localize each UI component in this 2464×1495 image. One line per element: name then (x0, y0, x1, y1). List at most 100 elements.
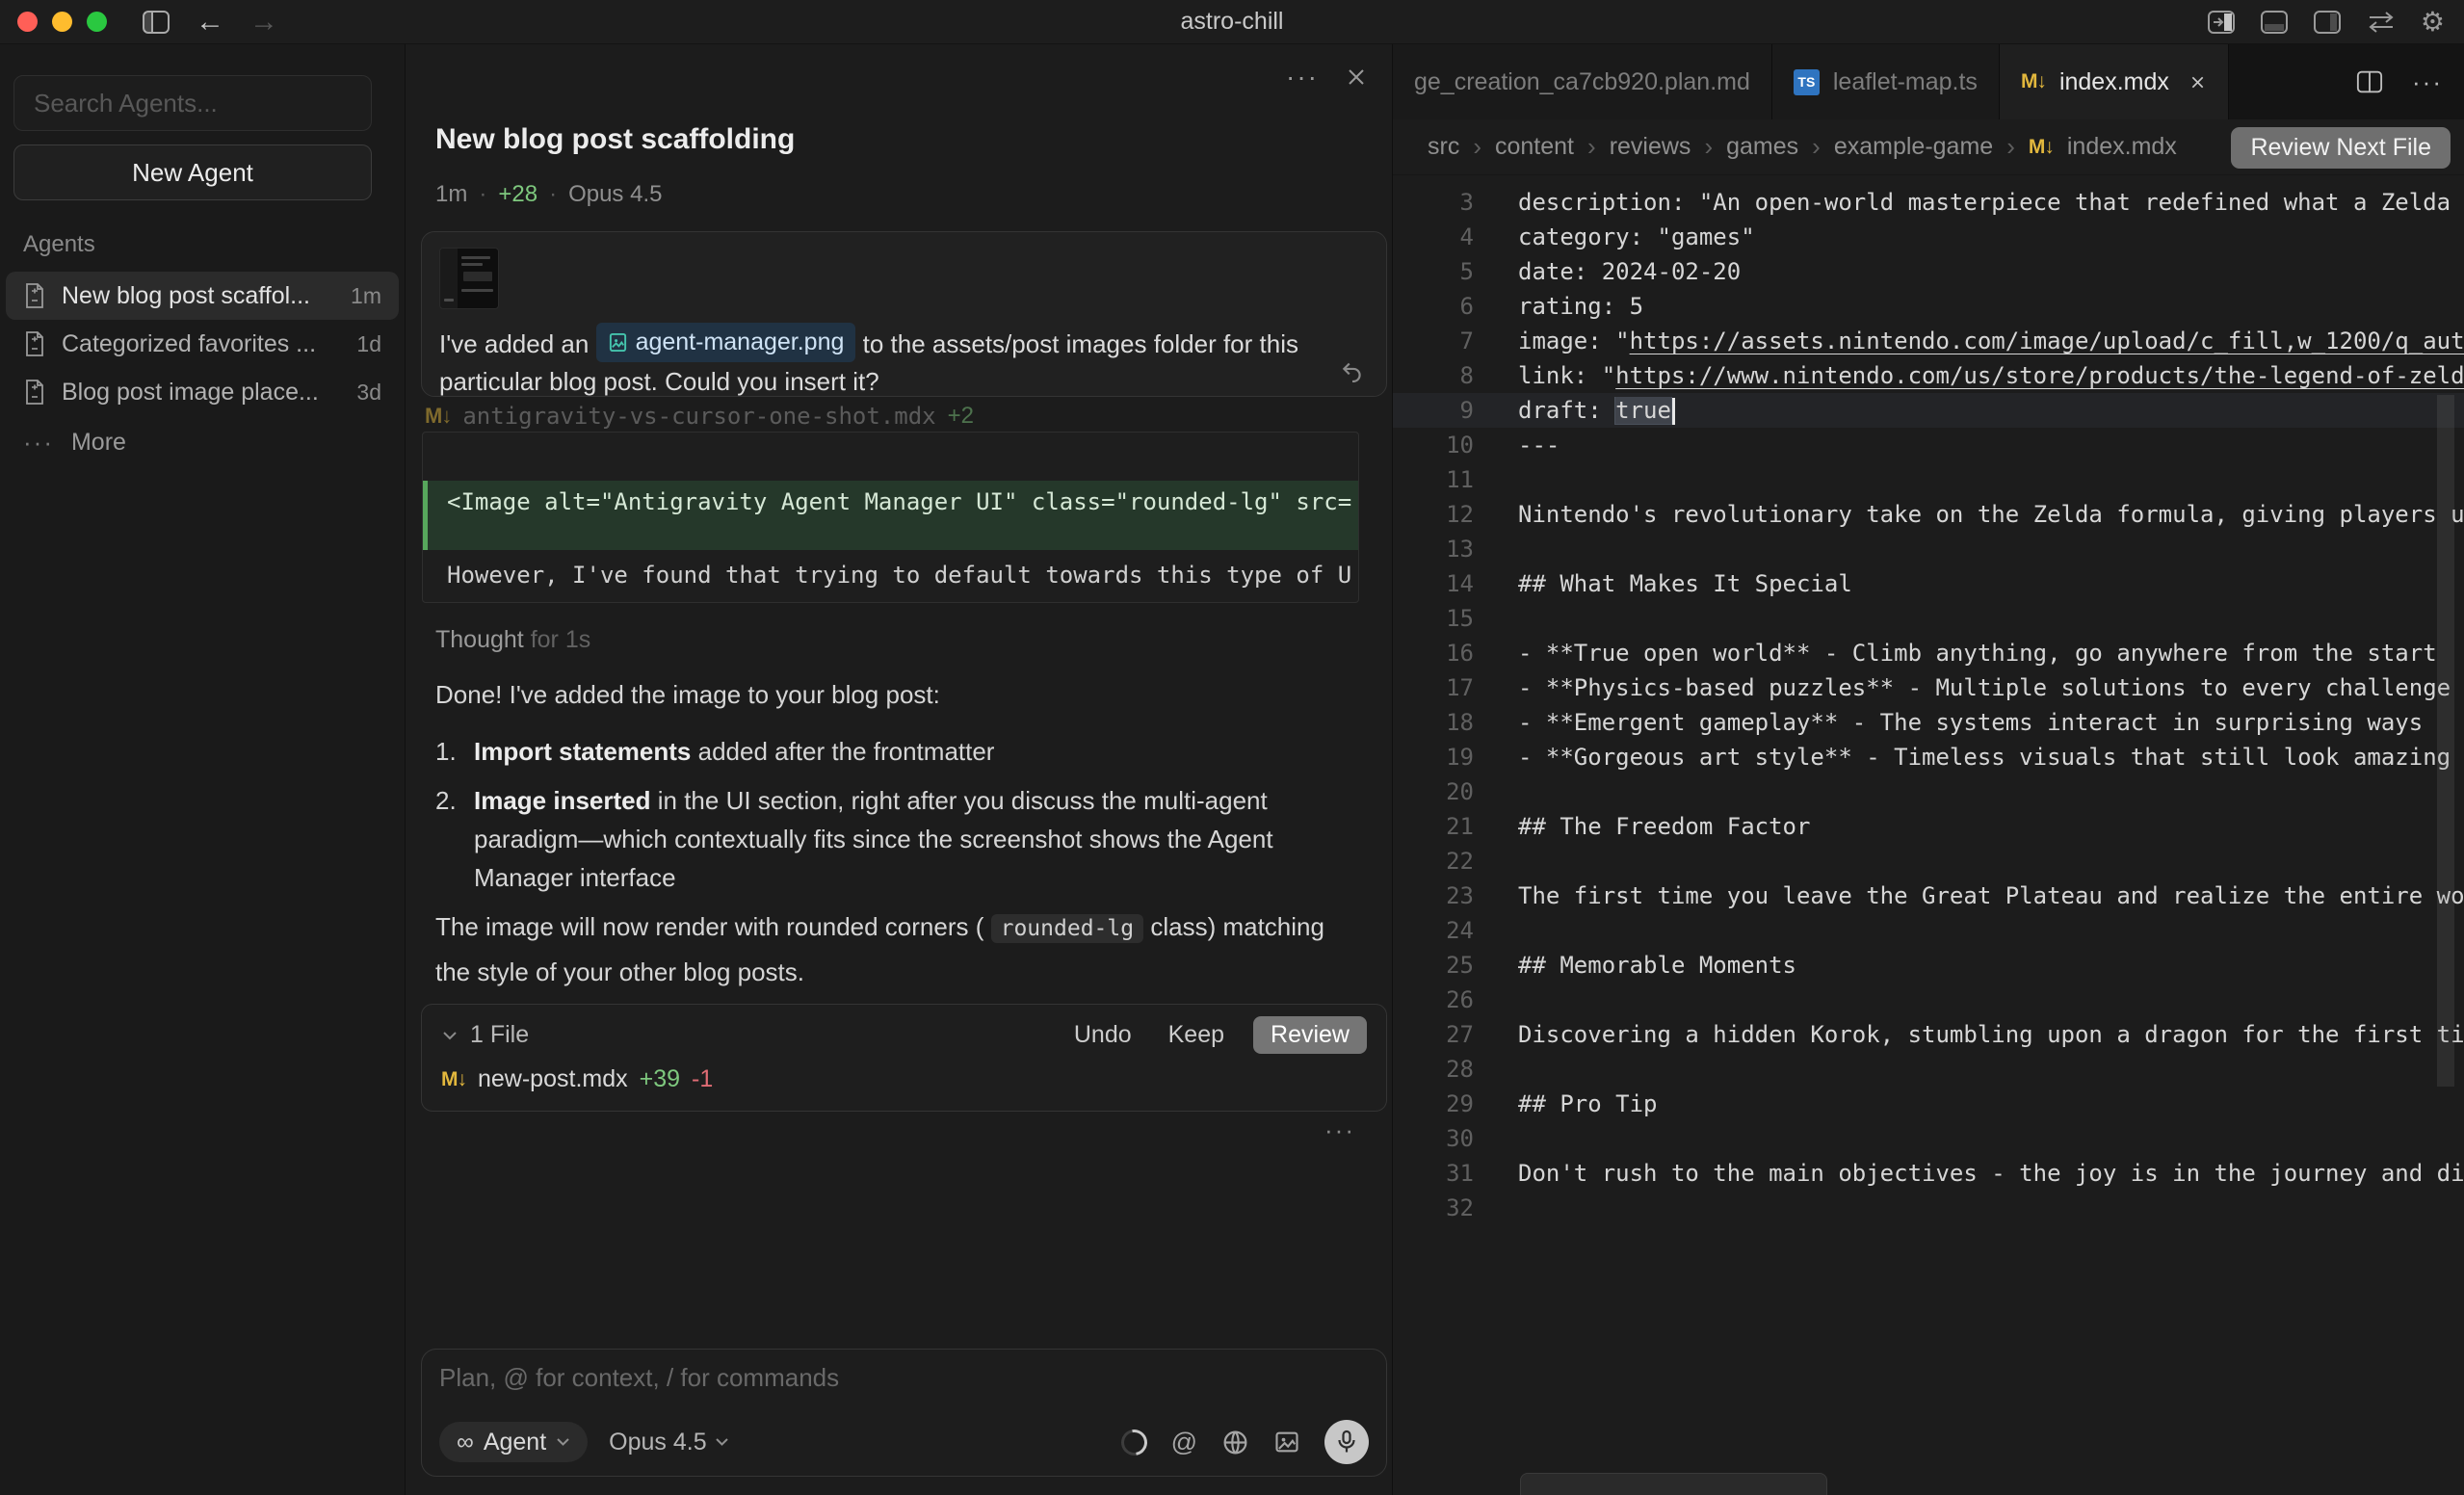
breadcrumb-item[interactable]: content (1495, 133, 1574, 161)
editor-panel: ge_creation_ca7cb920.plan.mdTSleaflet-ma… (1393, 44, 2464, 1495)
editor-tab[interactable]: TSleaflet-map.ts (1772, 44, 2000, 119)
changed-file-row[interactable]: M↓ new-post.mdx +39 -1 (441, 1065, 1367, 1093)
breadcrumb-item[interactable]: src (1428, 133, 1459, 161)
new-agent-button[interactable]: New Agent (13, 144, 372, 200)
editor-tab[interactable]: ge_creation_ca7cb920.plan.md (1393, 44, 1772, 119)
file-additions: +39 (640, 1065, 680, 1093)
message-more-icon[interactable]: ··· (1324, 1115, 1355, 1145)
mention-icon[interactable]: @ (1171, 1428, 1197, 1457)
image-file-chip[interactable]: agent-manager.png (596, 323, 856, 362)
breadcrumb-item[interactable]: reviews (1610, 133, 1691, 161)
breadcrumb-item[interactable]: example-game (1834, 133, 1993, 161)
diff-file-header[interactable]: M↓ antigravity-vs-cursor-one-shot.mdx +2 (425, 403, 974, 430)
code-text: link: "https://www.nintendo.com/us/store… (1503, 362, 2464, 389)
undo-button[interactable]: Undo (1074, 1021, 1132, 1049)
microphone-button[interactable] (1324, 1420, 1369, 1464)
diff-preview-block[interactable]: <Image alt="Antigravity Agent Manager UI… (422, 432, 1359, 603)
reply-icon[interactable] (1340, 357, 1365, 382)
code-link[interactable]: https://assets.nintendo.com/image/upload… (1630, 328, 2464, 354)
code-line[interactable]: 22 (1393, 844, 2464, 879)
code-line[interactable]: 7image: "https://assets.nintendo.com/ima… (1393, 324, 2464, 358)
chat-close-icon[interactable] (1346, 66, 1367, 88)
agent-item-label: New blog post scaffol... (62, 282, 339, 310)
code-line[interactable]: 12Nintendo's revolutionary take on the Z… (1393, 497, 2464, 532)
chevron-down-icon[interactable] (441, 1030, 459, 1041)
bottom-panel-icon[interactable] (2260, 10, 2289, 35)
code-line[interactable]: 29## Pro Tip (1393, 1087, 2464, 1121)
right-panel-icon[interactable] (2313, 10, 2342, 35)
close-window-button[interactable] (17, 12, 38, 32)
code-line[interactable]: 25## Memorable Moments (1393, 948, 2464, 983)
line-number: 27 (1393, 1021, 1503, 1048)
line-number: 11 (1393, 466, 1503, 493)
tab-close-icon[interactable] (2189, 73, 2207, 92)
search-agents-input[interactable] (13, 75, 372, 131)
code-editor[interactable]: 3description: "An open-world masterpiece… (1393, 175, 2464, 1495)
open-right-panel-icon[interactable] (2207, 10, 2236, 35)
mdx-file-icon: M↓ (441, 1068, 466, 1091)
split-editor-icon[interactable] (2356, 69, 2383, 94)
line-number: 22 (1393, 848, 1503, 875)
globe-icon[interactable] (1221, 1429, 1249, 1456)
zoom-window-button[interactable] (87, 12, 107, 32)
code-line[interactable]: 8link: "https://www.nintendo.com/us/stor… (1393, 358, 2464, 393)
code-line[interactable]: 10--- (1393, 428, 2464, 462)
breadcrumb-item[interactable]: games (1726, 133, 1798, 161)
code-line[interactable]: 19- **Gorgeous art style** - Timeless vi… (1393, 740, 2464, 774)
keep-button[interactable]: Keep (1168, 1021, 1224, 1049)
editor-more-icon[interactable]: ··· (2412, 67, 2443, 97)
code-line[interactable]: 32 (1393, 1191, 2464, 1225)
mdx-file-icon: M↓ (2021, 70, 2046, 93)
editor-tab[interactable]: M↓index.mdx (2000, 44, 2229, 119)
code-line[interactable]: 9draft: true (1393, 393, 2464, 428)
code-line[interactable]: 16- **True open world** - Climb anything… (1393, 636, 2464, 670)
code-line[interactable]: 21## The Freedom Factor (1393, 809, 2464, 844)
code-line[interactable]: 27Discovering a hidden Korok, stumbling … (1393, 1017, 2464, 1052)
code-line[interactable]: 24 (1393, 913, 2464, 948)
image-attach-icon[interactable] (1273, 1429, 1300, 1456)
attached-image-thumbnail[interactable] (439, 248, 499, 309)
editor-scrollbar[interactable] (2437, 395, 2454, 1087)
code-line[interactable]: 20 (1393, 774, 2464, 809)
code-line[interactable]: 30 (1393, 1121, 2464, 1156)
sidebar-item-agent[interactable]: Categorized favorites ...1d (6, 320, 399, 368)
code-line[interactable]: 6rating: 5 (1393, 289, 2464, 324)
model-selector[interactable]: Opus 4.5 (609, 1429, 728, 1456)
code-line[interactable]: 13 (1393, 532, 2464, 566)
back-arrow-icon[interactable]: ← (196, 8, 224, 37)
breadcrumb[interactable]: src›content›reviews›games›example-game›M… (1428, 132, 2177, 162)
code-line[interactable]: 17- **Physics-based puzzles** - Multiple… (1393, 670, 2464, 705)
files-count-label[interactable]: 1 File (470, 1021, 1037, 1049)
chat-input[interactable] (439, 1363, 1369, 1402)
more-label: More (71, 429, 126, 457)
sidebar-item-agent[interactable]: Blog post image place...3d (6, 368, 399, 416)
agent-mode-selector[interactable]: ∞ Agent (439, 1422, 588, 1462)
code-link[interactable]: https://www.nintendo.com/us/store/produc… (1615, 362, 2464, 389)
code-line[interactable]: 4category: "games" (1393, 220, 2464, 254)
code-line[interactable]: 28 (1393, 1052, 2464, 1087)
sidebar-more-button[interactable]: ··· More (23, 428, 126, 458)
code-line[interactable]: 18- **Emergent gameplay** - The systems … (1393, 705, 2464, 740)
code-line[interactable]: 11 (1393, 462, 2464, 497)
user-message-card: I've added an agent-manager.png to the a… (421, 231, 1387, 397)
code-line[interactable]: 23The first time you leave the Great Pla… (1393, 879, 2464, 913)
code-line[interactable]: 31Don't rush to the main objectives - th… (1393, 1156, 2464, 1191)
breadcrumb-item[interactable]: index.mdx (2067, 133, 2177, 161)
swap-arrows-icon[interactable] (2366, 10, 2397, 35)
toggle-sidebar-icon[interactable] (142, 10, 170, 35)
changed-file-name: new-post.mdx (478, 1065, 628, 1093)
code-text: ## The Freedom Factor (1503, 813, 2464, 840)
code-line[interactable]: 5date: 2024-02-20 (1393, 254, 2464, 289)
review-next-file-button[interactable]: Review Next File (2231, 127, 2451, 169)
thought-duration[interactable]: Thought for 1s (435, 626, 590, 654)
code-line[interactable]: 3description: "An open-world masterpiece… (1393, 185, 2464, 220)
forward-arrow-icon[interactable]: → (249, 8, 278, 37)
code-line[interactable]: 15 (1393, 601, 2464, 636)
chat-more-icon[interactable]: ··· (1286, 62, 1319, 92)
code-line[interactable]: 26 (1393, 983, 2464, 1017)
minimize-window-button[interactable] (52, 12, 72, 32)
code-line[interactable]: 14## What Makes It Special (1393, 566, 2464, 601)
review-button[interactable]: Review (1253, 1016, 1367, 1054)
sidebar-item-agent[interactable]: New blog post scaffol...1m (6, 272, 399, 320)
settings-gear-icon[interactable]: ⚙ (2421, 6, 2445, 38)
